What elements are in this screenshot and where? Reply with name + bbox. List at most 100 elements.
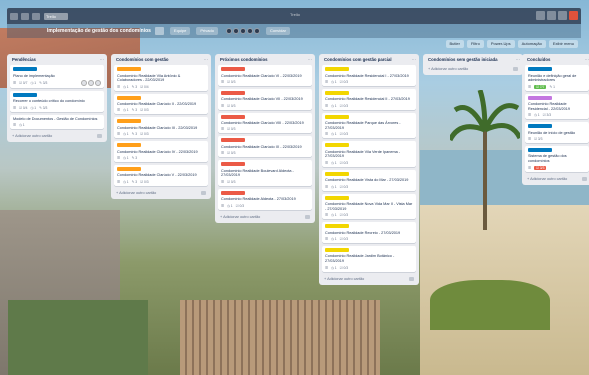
list-header[interactable]: Concluídos ··· — [525, 57, 589, 65]
card[interactable]: Condomínio Realidade Jardim Botânico - 2… — [322, 245, 416, 272]
team-button[interactable]: Equipe — [169, 27, 191, 35]
card-title: Recorrer o conteúdo crítico do condomíni… — [13, 99, 85, 104]
list-title[interactable]: Concluídos — [527, 57, 550, 65]
card-template-icon[interactable] — [305, 214, 310, 219]
info-icon[interactable] — [547, 11, 556, 20]
list-menu-icon[interactable]: ··· — [100, 57, 104, 65]
card-template-icon[interactable] — [409, 276, 414, 281]
automation-button[interactable]: Automação — [517, 40, 546, 48]
list-header[interactable]: Condomínios com gestão parcial ··· — [322, 57, 416, 65]
card-title: Condomínio Realidade Clarúcio VI - 22/03… — [221, 73, 302, 78]
member-avatar[interactable] — [95, 79, 101, 86]
card[interactable]: Condomínio Realidade Residencial II - 27… — [322, 88, 416, 110]
card[interactable]: Modelo de Documentos - Gestão de Condomí… — [10, 114, 104, 129]
card-label — [325, 114, 349, 119]
member-avatar[interactable] — [88, 79, 94, 86]
star-icon[interactable] — [154, 27, 164, 35]
card-title: Reunião e definição geral de administrad… — [528, 73, 577, 83]
avatar[interactable] — [569, 11, 578, 20]
bell-icon[interactable] — [558, 11, 567, 20]
card[interactable]: Condomínio Realidade Residencial - 22/03… — [525, 93, 589, 120]
list-header[interactable]: Condomínios com gestão ··· — [114, 57, 208, 65]
card[interactable]: Condomínio Realidade Clarúcio V - 22/03/… — [114, 164, 208, 186]
card-badge: ☑ 0/3 — [226, 151, 236, 156]
search-icon[interactable] — [32, 12, 40, 20]
card[interactable]: Condomínio Realidade Clarúcio VI - 22/03… — [218, 65, 312, 86]
card-badge: ◷ 1 — [330, 213, 337, 218]
list-title[interactable]: Condomínios com gestão — [116, 57, 169, 65]
card[interactable]: Condomínio Realidade Clarúcio III - 22/0… — [114, 117, 208, 139]
card[interactable]: Condomínio Realidade Parque das Árvores … — [322, 112, 416, 139]
list-column[interactable]: Condomínios com gestão parcial ··· Condomí… — [319, 54, 419, 285]
card-template-icon[interactable] — [201, 190, 206, 195]
card[interactable]: Condomínio Realidade Residencial I - 27/… — [322, 65, 416, 86]
list-column[interactable]: Condomínios com gestão ··· Condomínio Real… — [111, 54, 211, 199]
card[interactable]: Condomínio Realidade Vista do Mar - 27/0… — [322, 169, 416, 191]
list-column[interactable]: Condomínios sem gestão iniciada ··· + Adic… — [423, 54, 523, 75]
card-badge: ☰ — [325, 184, 328, 189]
add-card-button[interactable]: + Adicionar outro cartão — [322, 275, 416, 283]
card[interactable]: Condomínio Realidade Clarúcio VII - 22/0… — [218, 88, 312, 110]
board-title[interactable]: Implementação de gestão dos condomínios — [47, 28, 151, 34]
list-header[interactable]: Pendências ··· — [10, 57, 104, 65]
card[interactable]: Condomínio Realidade Boulevard Aldeota -… — [218, 160, 312, 186]
card[interactable]: Recorrer o conteúdo crítico do condomíni… — [10, 90, 104, 112]
list-title[interactable]: Condomínios sem gestão iniciada — [428, 57, 497, 65]
card-badge: ◷ 1 — [122, 84, 129, 89]
list-menu-icon[interactable]: ··· — [204, 57, 208, 65]
card-badge: ◷ 1 — [122, 179, 129, 184]
card[interactable]: Reunião e definição geral de administrad… — [525, 65, 589, 91]
list-menu-icon[interactable]: ··· — [412, 57, 416, 65]
card[interactable]: Condomínio Realidade Vila Antônio & Cola… — [114, 65, 208, 91]
boards-icon[interactable] — [21, 12, 29, 20]
add-card-button[interactable]: + Adicionar outro cartão — [525, 175, 589, 183]
filter-button[interactable]: Filtro — [466, 40, 484, 48]
plus-icon[interactable] — [536, 11, 545, 20]
list-column[interactable]: Pendências ··· Plano de implementação ☰ ☑ 0/… — [7, 54, 107, 142]
list-menu-icon[interactable]: ··· — [516, 57, 520, 65]
list-header[interactable]: Próximos condomínios ··· — [218, 57, 312, 65]
card-template-icon[interactable] — [582, 176, 587, 181]
list-menu-icon[interactable]: ··· — [585, 57, 589, 65]
list-title[interactable]: Próximos condomínios — [220, 57, 268, 65]
invite-button[interactable]: Convidar — [265, 27, 290, 35]
card[interactable]: Plano de implementação ☰ ☑ 0/7 ◷ 1 ✎ 3/3 — [10, 65, 104, 88]
card[interactable]: Sistema de gestão dos condomínios ☰ ☑ 3/3 — [525, 145, 589, 172]
card[interactable]: Reunião de início de gestão ☰ ☑ 3/3 — [525, 122, 589, 143]
home-icon[interactable] — [10, 12, 18, 20]
card-label — [13, 92, 37, 97]
card-members[interactable] — [81, 79, 101, 86]
card[interactable]: Condomínio Realidade Vila Verde Ipanema … — [322, 141, 416, 167]
card[interactable]: Condomínio Realidade Clarúcio II - 22/03… — [114, 93, 208, 115]
card-badge: ◷ 1 — [330, 79, 337, 84]
card-title: Condomínio Realidade Parque das Árvores … — [325, 121, 401, 130]
card-template-icon[interactable] — [513, 67, 518, 71]
powerups-button[interactable]: Power-Ups — [486, 40, 515, 48]
card-template-icon[interactable] — [97, 133, 102, 138]
list-title[interactable]: Pendências — [12, 57, 36, 65]
list-column[interactable]: Concluídos ··· Reunião e definição geral d… — [522, 54, 589, 185]
list-header[interactable]: Condomínios sem gestão iniciada ··· — [426, 57, 520, 65]
card[interactable]: Condomínio Realidade Nova Vida Mar II - … — [322, 193, 416, 220]
add-card-button[interactable]: + Adicionar outro cartão — [10, 132, 104, 140]
card[interactable]: Condomínio Realidade Clarúcio IX - 22/03… — [218, 136, 312, 158]
card[interactable]: Condomínio Realidade Clarúcio VIII - 22/… — [218, 112, 312, 134]
show-menu-button[interactable]: Exibir menu — [548, 40, 578, 48]
card-badge: ◷ 1 — [122, 132, 129, 137]
card[interactable]: Condomínio Realidade Clarúcio IV - 22/03… — [114, 141, 208, 162]
member-avatar[interactable] — [81, 79, 87, 86]
trello-logo[interactable]: Trello — [44, 12, 68, 20]
card[interactable]: Condomínio Realidade Recreio - 27/03/201… — [322, 222, 416, 243]
visibility-button[interactable]: Privado — [196, 27, 218, 35]
add-card-button[interactable]: + Adicionar outro cartão — [218, 213, 312, 221]
list-title[interactable]: Condomínios com gestão parcial — [324, 57, 392, 65]
card[interactable]: Condomínio Realidade Aldeota - 27/03/201… — [218, 188, 312, 210]
add-card-button[interactable]: + Adicionar outro cartão — [114, 189, 208, 197]
list-menu-icon[interactable]: ··· — [308, 57, 312, 65]
list-column[interactable]: Próximos condomínios ··· Condomínio Realid… — [215, 54, 315, 223]
add-card-button[interactable]: + Adicionar outro cartão — [426, 65, 520, 73]
butler-button[interactable]: Butler — [445, 40, 464, 48]
card-title: Condomínio Realidade Clarúcio V - 22/03/… — [117, 173, 197, 178]
board-members[interactable] — [225, 28, 260, 34]
card-badge: ◷ 1 — [226, 203, 233, 208]
